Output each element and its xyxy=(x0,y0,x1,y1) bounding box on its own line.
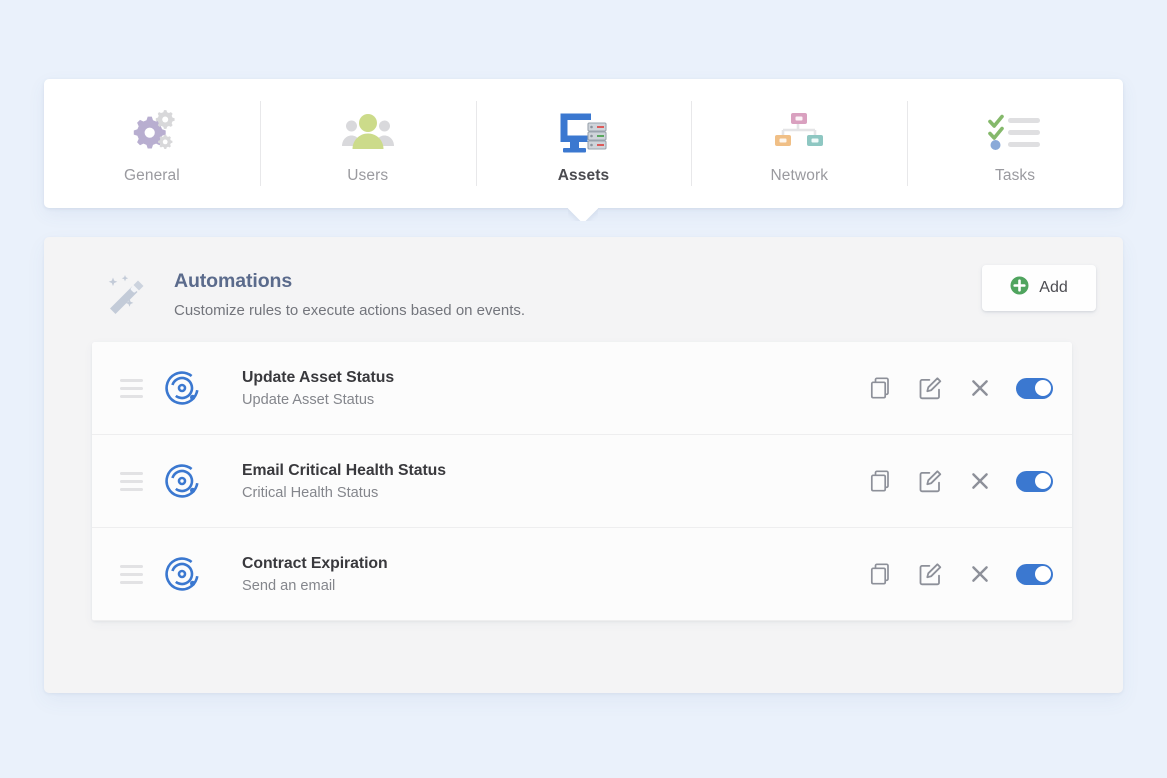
plus-circle-icon xyxy=(1010,276,1029,300)
rule-actions xyxy=(855,554,1058,594)
automation-target-icon xyxy=(156,463,208,499)
delete-icon[interactable] xyxy=(955,368,1005,408)
tab-label: Users xyxy=(347,167,388,185)
tab-network[interactable]: Network xyxy=(691,79,907,208)
drag-handle-icon[interactable] xyxy=(110,472,150,491)
active-tab-pointer xyxy=(568,207,598,221)
tab-label: Tasks xyxy=(995,167,1035,185)
rule-actions xyxy=(855,368,1058,408)
checklist-icon xyxy=(988,109,1042,155)
enable-toggle[interactable] xyxy=(1016,471,1053,492)
magic-wand-icon xyxy=(104,272,150,323)
rule-name: Contract Expiration xyxy=(242,555,855,573)
table-row[interactable]: Contract Expiration Send an email xyxy=(92,528,1072,621)
edit-icon[interactable] xyxy=(905,461,955,501)
network-nodes-icon xyxy=(773,109,825,155)
rule-description: Critical Health Status xyxy=(242,485,855,501)
delete-icon[interactable] xyxy=(955,554,1005,594)
monitor-server-icon xyxy=(557,109,609,155)
rule-name: Update Asset Status xyxy=(242,369,855,387)
automation-target-icon xyxy=(156,556,208,592)
add-button[interactable]: Add xyxy=(982,265,1096,311)
rule-description: Update Asset Status xyxy=(242,392,855,408)
rule-text-group: Update Asset Status Update Asset Status xyxy=(208,369,855,408)
automations-list: Update Asset Status Update Asset Status xyxy=(92,342,1072,621)
duplicate-icon[interactable] xyxy=(855,554,905,594)
page-title: Automations xyxy=(174,270,982,293)
enable-toggle[interactable] xyxy=(1016,564,1053,585)
automations-header: Automations Customize rules to execute a… xyxy=(44,237,1123,349)
duplicate-icon[interactable] xyxy=(855,368,905,408)
table-row[interactable]: Email Critical Health Status Critical He… xyxy=(92,435,1072,528)
drag-handle-icon[interactable] xyxy=(110,565,150,584)
enable-toggle[interactable] xyxy=(1016,378,1053,399)
tab-label: Network xyxy=(771,167,829,185)
settings-page: General Users xyxy=(0,0,1167,778)
add-button-label: Add xyxy=(1039,279,1067,297)
rule-text-group: Contract Expiration Send an email xyxy=(208,555,855,594)
rule-description: Send an email xyxy=(242,578,855,594)
automations-panel: Automations Customize rules to execute a… xyxy=(44,237,1123,693)
delete-icon[interactable] xyxy=(955,461,1005,501)
rule-text-group: Email Critical Health Status Critical He… xyxy=(208,462,855,501)
duplicate-icon[interactable] xyxy=(855,461,905,501)
tab-label: Assets xyxy=(558,167,609,185)
rule-actions xyxy=(855,461,1058,501)
automation-target-icon xyxy=(156,370,208,406)
table-row[interactable]: Update Asset Status Update Asset Status xyxy=(92,342,1072,435)
tab-assets[interactable]: Assets xyxy=(476,79,692,208)
automations-title-group: Automations Customize rules to execute a… xyxy=(174,270,982,319)
page-subtitle: Customize rules to execute actions based… xyxy=(174,302,982,319)
settings-tabbar: General Users xyxy=(44,79,1123,208)
gears-icon xyxy=(127,109,177,155)
tab-users[interactable]: Users xyxy=(260,79,476,208)
users-group-icon xyxy=(342,109,394,155)
edit-icon[interactable] xyxy=(905,368,955,408)
tab-label: General xyxy=(124,167,180,185)
tab-tasks[interactable]: Tasks xyxy=(907,79,1123,208)
edit-icon[interactable] xyxy=(905,554,955,594)
rule-name: Email Critical Health Status xyxy=(242,462,855,480)
drag-handle-icon[interactable] xyxy=(110,379,150,398)
tab-general[interactable]: General xyxy=(44,79,260,208)
